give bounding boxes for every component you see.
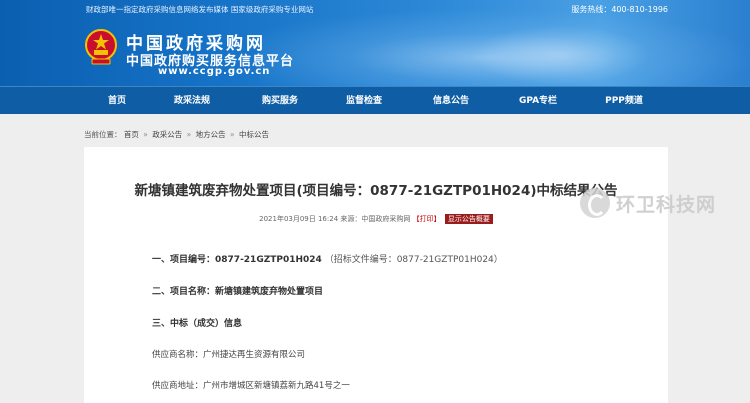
watermark: 环卫科技网 [580, 184, 750, 222]
supplier-name-line: 供应商名称：广州捷达再生资源有限公司 [152, 348, 305, 360]
site-tagline: 财政部唯一指定政府采购信息网络发布媒体 国家级政府采购专业网站 [86, 5, 314, 14]
award-info-label: 三、中标（成交）信息 [152, 319, 243, 329]
project-number-line: 一、项目编号：0877-21GZTP01H024 （招标文件编号：0877-21… [152, 252, 503, 265]
breadcrumb-award-notices[interactable]: 中标公告 [239, 129, 269, 140]
site-header: 财政部唯一指定政府采购信息网络发布媒体 国家级政府采购专业网站 服务热线：400… [0, 0, 750, 86]
tender-document-number: （招标文件编号：0877-21GZTP01H024） [324, 255, 503, 265]
print-link[interactable]: 【打印】 [413, 215, 441, 223]
breadcrumb-procurement-notices[interactable]: 政采公告 [152, 129, 182, 140]
nav-item-announcements[interactable]: 信息公告 [433, 87, 469, 115]
nav-item-supervision[interactable]: 监督检查 [346, 87, 382, 115]
article-date-source: 2021年03月09日 16:24 来源：中国政府采购网 [259, 215, 411, 223]
award-info-heading: 三、中标（成交）信息 [152, 316, 242, 329]
main-nav: 首页 政采法规 购买服务 监督检查 信息公告 GPA专栏 PPP频道 [0, 86, 750, 114]
project-name-label: 二、项目名称： [152, 287, 216, 297]
nav-item-home[interactable]: 首页 [108, 87, 126, 115]
watermark-logo-icon [580, 188, 610, 218]
service-hotline: 服务热线：400-810-1996 [571, 5, 668, 14]
national-emblem-icon [85, 29, 117, 65]
show-summary-button[interactable]: 显示公告概要 [444, 214, 493, 224]
site-url: www.ccgp.gov.cn [158, 66, 271, 77]
supplier-name-value: 广州捷达再生资源有限公司 [203, 350, 306, 360]
watermark-text: 环卫科技网 [616, 193, 717, 216]
breadcrumb-home[interactable]: 首页 [124, 129, 139, 140]
project-name-value: 新塘镇建筑废弃物处置项目 [215, 287, 324, 297]
nav-item-purchase-services[interactable]: 购买服务 [262, 87, 298, 115]
supplier-address-value: 广州市增城区新塘镇荔新九路41号之一 [203, 381, 350, 391]
breadcrumb-separator: » [143, 130, 148, 139]
project-number-value: 0877-21GZTP01H024 [215, 255, 322, 265]
nav-item-ppp[interactable]: PPP频道 [605, 87, 643, 115]
project-number-label: 一、项目编号： [152, 255, 216, 265]
breadcrumb-prefix: 当前位置： [84, 130, 122, 139]
breadcrumb-local-notices[interactable]: 地方公告 [196, 129, 226, 140]
breadcrumb-separator: » [230, 130, 235, 139]
supplier-name-label: 供应商名称： [152, 350, 204, 360]
nav-item-regulations[interactable]: 政采法规 [174, 87, 210, 115]
breadcrumb: 当前位置： 首页 » 政采公告 » 地方公告 » 中标公告 [84, 129, 269, 140]
banner-light-decoration [470, 25, 650, 85]
project-name-line: 二、项目名称：新塘镇建筑废弃物处置项目 [152, 284, 323, 297]
supplier-address-label: 供应商地址： [152, 381, 204, 391]
nav-item-gpa[interactable]: GPA专栏 [519, 87, 557, 115]
breadcrumb-separator: » [186, 130, 192, 139]
supplier-address-line: 供应商地址：广州市增城区新塘镇荔新九路41号之一 [152, 379, 350, 391]
